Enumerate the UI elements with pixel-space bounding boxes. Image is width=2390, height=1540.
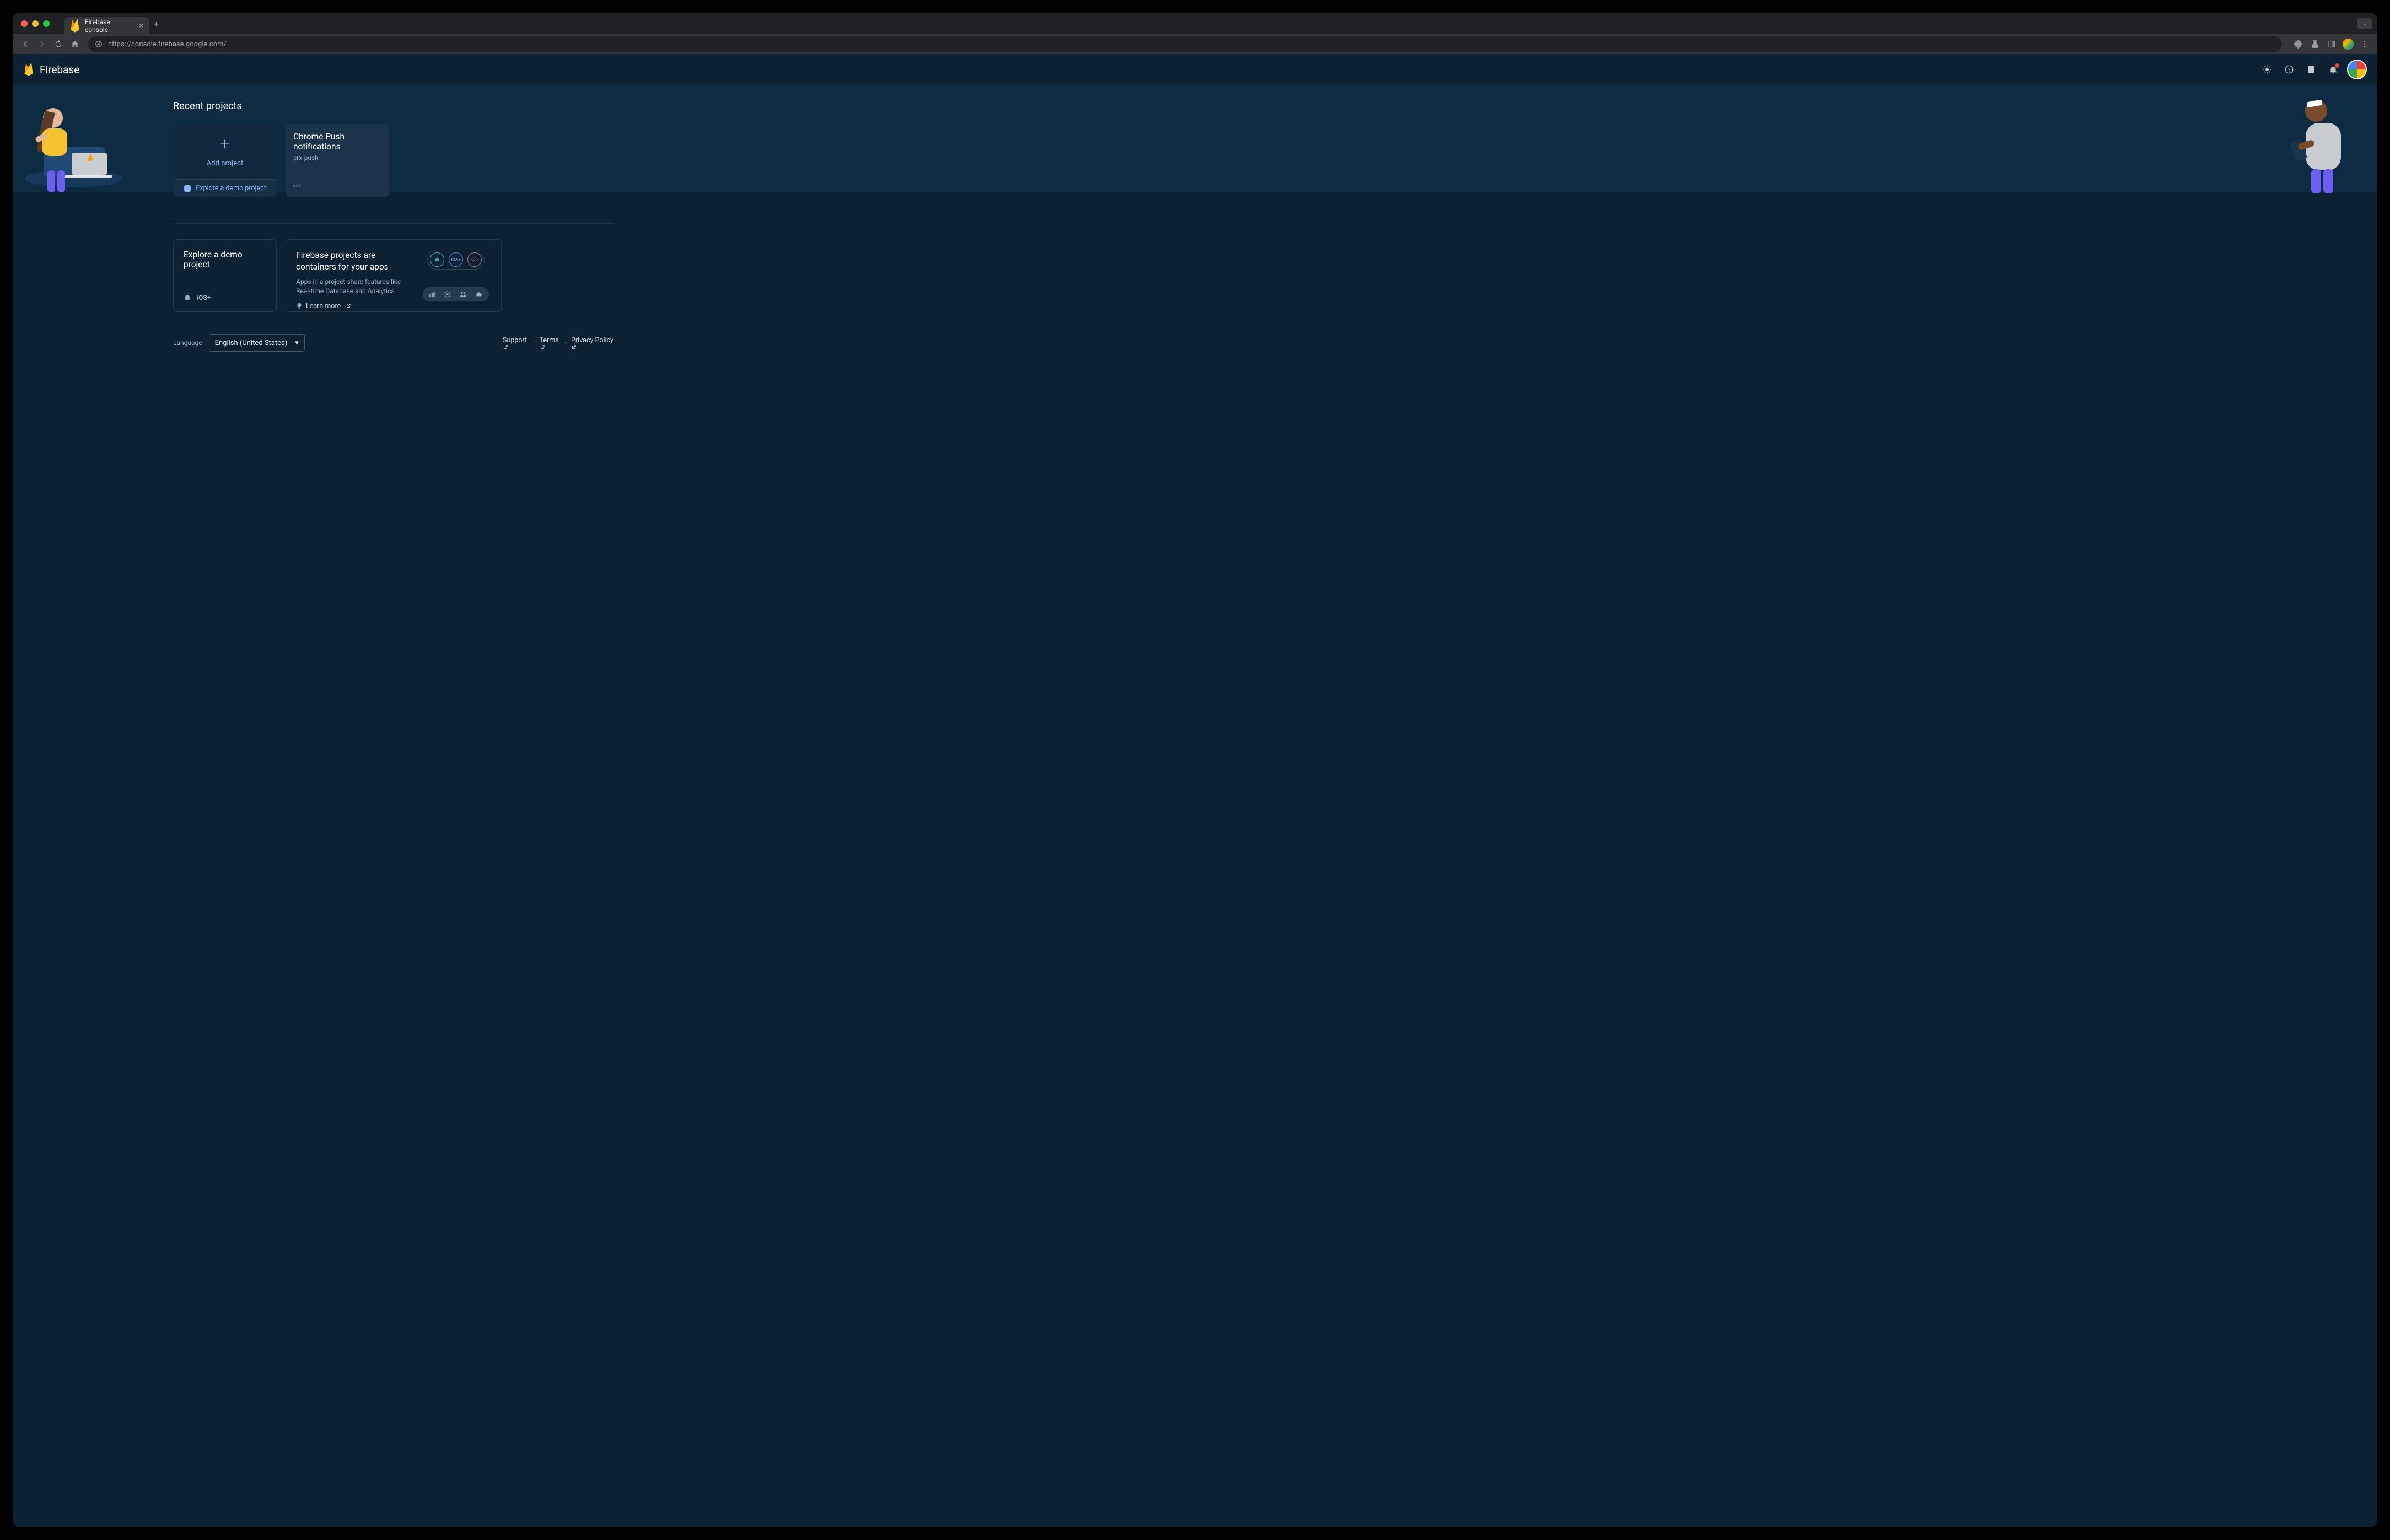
lower-cards-row: Explore a demo project iOS+ Firebase pro… <box>173 239 615 312</box>
web-chip-icon: </> <box>467 252 482 267</box>
info-card: Firebase projects are containers for you… <box>286 239 502 312</box>
tab-bar: Firebase console ✕ + ⌄ <box>13 13 2377 34</box>
forward-button[interactable] <box>34 36 50 52</box>
learn-more-text: Learn more <box>306 302 341 310</box>
info-diagram: iOS+ </> <box>421 250 491 301</box>
url-text: https://console.firebase.google.com/ <box>108 40 227 49</box>
section-title-recent: Recent projects <box>173 100 615 112</box>
project-id: crx-push <box>286 154 389 161</box>
chrome-menu-button[interactable] <box>2357 36 2372 52</box>
theme-toggle-button[interactable] <box>2259 61 2275 78</box>
add-project-card: + Add project Explore a demo project <box>173 124 277 197</box>
browser-window: Firebase console ✕ + ⌄ https://console.f… <box>13 13 2377 1527</box>
hero-illustration-left <box>19 88 129 192</box>
privacy-link[interactable]: Privacy Policy <box>571 336 615 350</box>
extensions-button[interactable] <box>2291 36 2306 52</box>
firebase-brand-text: Firebase <box>40 63 79 76</box>
ios-chip-icon: iOS+ <box>449 252 463 267</box>
profile-button[interactable] <box>2340 36 2356 52</box>
plus-icon: + <box>220 136 230 153</box>
external-link-icon <box>503 344 529 350</box>
browser-tab[interactable]: Firebase console ✕ <box>64 17 149 35</box>
demo-project-card[interactable]: Explore a demo project iOS+ <box>173 239 277 312</box>
reload-button[interactable] <box>51 36 66 52</box>
window-minimize-button[interactable] <box>32 20 39 27</box>
cloud-icon <box>475 290 483 298</box>
android-chip-icon <box>430 252 444 267</box>
add-project-label: Add project <box>207 159 243 168</box>
svg-text:</>: </> <box>293 184 300 189</box>
ios-icon: iOS+ <box>197 294 211 301</box>
tab-title: Firebase console <box>85 18 134 34</box>
window-zoom-button[interactable] <box>43 20 50 27</box>
project-card[interactable]: Chrome Push notifications crx-push </> <box>286 124 389 197</box>
firebase-brand[interactable]: Firebase <box>23 62 79 77</box>
add-project-button[interactable]: + Add project <box>173 124 277 179</box>
language-select[interactable]: English (United States) ▾ <box>209 334 305 352</box>
notification-dot-icon <box>2335 63 2339 68</box>
explore-demo-label: Explore a demo project <box>196 184 266 192</box>
gear-icon <box>444 290 451 298</box>
users-icon <box>459 290 467 298</box>
support-link[interactable]: Support <box>503 336 529 350</box>
explore-demo-link[interactable]: Explore a demo project <box>173 179 277 197</box>
external-link-icon <box>571 344 615 350</box>
terms-link[interactable]: Terms <box>540 336 561 350</box>
svg-text:?: ? <box>2288 67 2290 73</box>
analytics-icon <box>428 290 436 298</box>
main-content: Recent projects + Add project Explore a … <box>173 85 615 352</box>
info-card-desc: Apps in a project share features like Re… <box>296 277 414 297</box>
divider <box>173 223 615 224</box>
firebase-header: Firebase ? <box>13 54 2377 85</box>
firebase-logo-icon <box>23 62 34 77</box>
info-card-title: Firebase projects are containers for you… <box>296 250 414 273</box>
language-label: Language <box>173 339 202 347</box>
notifications-button[interactable] <box>2325 61 2341 78</box>
labs-button[interactable] <box>2307 36 2323 52</box>
learn-more-link[interactable]: Learn more <box>296 302 351 310</box>
window-close-button[interactable] <box>21 20 28 27</box>
page-viewport: Firebase ? Recent proj <box>13 54 2377 1527</box>
firebase-favicon-icon <box>69 19 80 33</box>
browser-toolbar: https://console.firebase.google.com/ <box>13 34 2377 54</box>
new-tab-button[interactable]: + <box>154 19 159 29</box>
demo-card-title: Explore a demo project <box>184 250 266 270</box>
help-button[interactable]: ? <box>2281 61 2297 78</box>
chevron-down-icon: ▾ <box>295 339 299 347</box>
android-icon <box>184 294 191 301</box>
side-panel-button[interactable] <box>2324 36 2339 52</box>
project-title: Chrome Push notifications <box>286 124 389 154</box>
lightbulb-icon <box>296 303 303 309</box>
project-platform-icon: </> <box>286 177 389 197</box>
external-link-icon <box>540 344 561 350</box>
home-button[interactable] <box>67 36 83 52</box>
google-account-button[interactable] <box>2347 60 2367 79</box>
hero-illustration-right <box>2264 88 2374 192</box>
tab-close-icon[interactable]: ✕ <box>138 22 144 30</box>
language-value: English (United States) <box>215 339 288 347</box>
window-controls <box>21 20 50 27</box>
tabs-dropdown-button[interactable]: ⌄ <box>2357 18 2372 29</box>
address-bar[interactable]: https://console.firebase.google.com/ <box>88 36 2282 52</box>
compass-icon <box>184 185 191 192</box>
back-button[interactable] <box>18 36 33 52</box>
site-info-icon[interactable] <box>95 40 103 48</box>
external-link-icon <box>346 303 351 309</box>
page-footer: Language English (United States) ▾ Suppo… <box>173 334 615 352</box>
docs-button[interactable] <box>2303 61 2319 78</box>
project-cards-row: + Add project Explore a demo project Chr… <box>173 124 615 197</box>
